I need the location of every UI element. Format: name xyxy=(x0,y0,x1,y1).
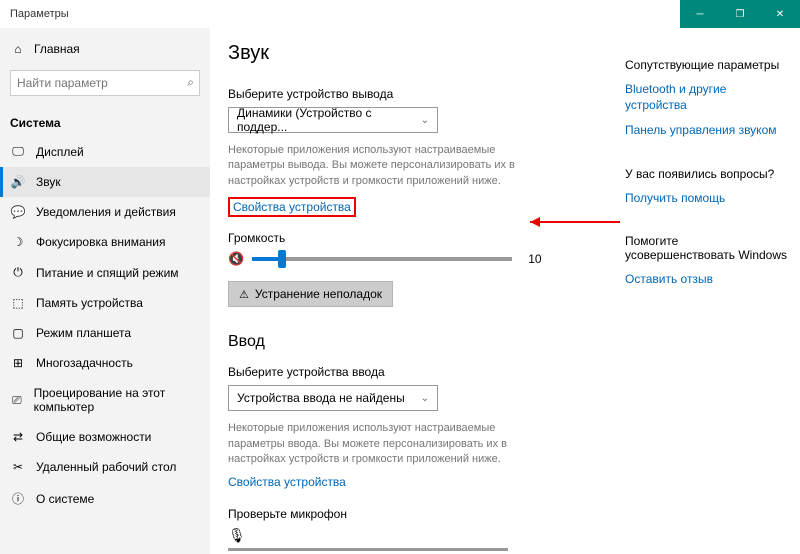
sidebar-item-label: Фокусировка внимания xyxy=(36,235,165,249)
output-device-properties-link[interactable]: Свойства устройства xyxy=(228,197,356,217)
related-settings-title: Сопутствующие параметры xyxy=(625,58,788,72)
output-device-label: Выберите устройство вывода xyxy=(228,87,607,101)
volume-thumb[interactable] xyxy=(278,250,286,268)
tablet-icon: ▢ xyxy=(10,326,26,340)
sidebar-item-about[interactable]: ⓘ О системе xyxy=(0,482,210,515)
minimize-button[interactable]: ─ xyxy=(680,0,720,28)
sidebar-item-label: Удаленный рабочий стол xyxy=(36,460,176,474)
output-device-select[interactable]: Динамики (Устройство с поддер... ⌄ xyxy=(228,107,438,133)
output-device-value: Динамики (Устройство с поддер... xyxy=(237,106,421,134)
notifications-icon: 💬 xyxy=(10,205,26,219)
multitask-icon: ⊞ xyxy=(10,356,26,370)
home-icon: ⌂ xyxy=(10,42,26,56)
sidebar-item-tablet[interactable]: ▢ Режим планшета xyxy=(0,318,210,348)
microphone-icon: 🎙 xyxy=(228,527,246,544)
volume-value: 10 xyxy=(528,252,541,266)
related-link-bluetooth[interactable]: Bluetooth и другие устройства xyxy=(625,82,788,113)
shared-icon: ⇄ xyxy=(10,430,26,444)
page-title: Звук xyxy=(228,42,607,65)
get-help-link[interactable]: Получить помощь xyxy=(625,191,788,207)
sidebar: ⌂ Главная ⌕ Система 🖵 Дисплей 🔊 Звук 💬 У… xyxy=(0,28,210,554)
input-device-select[interactable]: Устройства ввода не найдены ⌄ xyxy=(228,385,438,411)
input-device-properties-link[interactable]: Свойства устройства xyxy=(228,475,346,489)
home-label: Главная xyxy=(34,42,80,56)
output-troubleshoot-button[interactable]: ⚠ Устранение неполадок xyxy=(228,281,393,307)
volume-slider[interactable] xyxy=(252,257,512,261)
feedback-link[interactable]: Оставить отзыв xyxy=(625,272,788,288)
sidebar-item-notifications[interactable]: 💬 Уведомления и действия xyxy=(0,197,210,227)
sidebar-item-shared[interactable]: ⇄ Общие возможности xyxy=(0,422,210,452)
project-icon: ⎚ xyxy=(10,393,24,408)
sidebar-item-remote[interactable]: ✂ Удаленный рабочий стол xyxy=(0,452,210,482)
window-title: Параметры xyxy=(0,8,680,20)
display-icon: 🖵 xyxy=(10,144,26,159)
related-link-sound-panel[interactable]: Панель управления звуком xyxy=(625,123,788,139)
sidebar-item-label: Проецирование на этот компьютер xyxy=(34,386,200,414)
maximize-button[interactable]: ❐ xyxy=(720,0,760,28)
titlebar: Параметры ─ ❐ ✕ xyxy=(0,0,800,28)
sidebar-item-storage[interactable]: ⬚ Память устройства xyxy=(0,288,210,318)
mic-level-bar xyxy=(228,548,508,551)
chevron-down-icon: ⌄ xyxy=(421,115,429,126)
search-box[interactable]: ⌕ xyxy=(10,70,200,96)
annotation-arrow xyxy=(530,214,625,230)
sidebar-item-label: Память устройства xyxy=(36,296,143,310)
sound-icon: 🔊 xyxy=(10,175,26,189)
power-icon: ⏻ xyxy=(10,265,26,280)
sidebar-item-project[interactable]: ⎚ Проецирование на этот компьютер xyxy=(0,378,210,422)
help-title: У вас появились вопросы? xyxy=(625,167,788,181)
sidebar-item-display[interactable]: 🖵 Дисплей xyxy=(0,136,210,167)
chevron-down-icon: ⌄ xyxy=(421,393,429,404)
home-link[interactable]: ⌂ Главная xyxy=(0,36,210,62)
input-section-title: Ввод xyxy=(228,333,607,351)
sidebar-item-label: Звук xyxy=(36,175,61,189)
category-title: Система xyxy=(0,104,210,136)
sidebar-item-multitask[interactable]: ⊞ Многозадачность xyxy=(0,348,210,378)
volume-label: Громкость xyxy=(228,231,607,245)
troubleshoot-label: Устранение неполадок xyxy=(255,287,382,301)
sidebar-item-label: Питание и спящий режим xyxy=(36,266,179,280)
focus-icon: ☽ xyxy=(10,235,26,249)
input-device-value: Устройства ввода не найдены xyxy=(237,391,405,405)
sidebar-item-label: Дисплей xyxy=(36,145,84,159)
close-button[interactable]: ✕ xyxy=(760,0,800,28)
sidebar-item-label: Режим планшета xyxy=(36,326,131,340)
input-device-label: Выберите устройства ввода xyxy=(228,365,607,379)
about-icon: ⓘ xyxy=(10,490,26,507)
search-icon: ⌕ xyxy=(187,75,194,90)
main-content: Звук Выберите устройство вывода Динамики… xyxy=(210,28,625,554)
sidebar-item-label: Уведомления и действия xyxy=(36,205,176,219)
mic-test-label: Проверьте микрофон xyxy=(228,507,607,521)
input-info-text: Некоторые приложения используют настраив… xyxy=(228,421,548,467)
warning-icon: ⚠ xyxy=(239,288,249,301)
volume-icon: 🔇 xyxy=(228,251,244,267)
sidebar-item-label: Общие возможности xyxy=(36,430,151,444)
sidebar-item-label: О системе xyxy=(36,492,94,506)
search-input[interactable] xyxy=(10,70,200,96)
storage-icon: ⬚ xyxy=(10,296,26,310)
sidebar-item-power[interactable]: ⏻ Питание и спящий режим xyxy=(0,257,210,288)
sidebar-item-sound[interactable]: 🔊 Звук xyxy=(0,167,210,197)
feedback-title: Помогите усовершенствовать Windows xyxy=(625,234,788,262)
right-panel: Сопутствующие параметры Bluetooth и друг… xyxy=(625,28,800,554)
output-info-text: Некоторые приложения используют настраив… xyxy=(228,143,548,189)
sidebar-item-label: Многозадачность xyxy=(36,356,133,370)
sidebar-item-focus[interactable]: ☽ Фокусировка внимания xyxy=(0,227,210,257)
remote-icon: ✂ xyxy=(10,460,26,474)
